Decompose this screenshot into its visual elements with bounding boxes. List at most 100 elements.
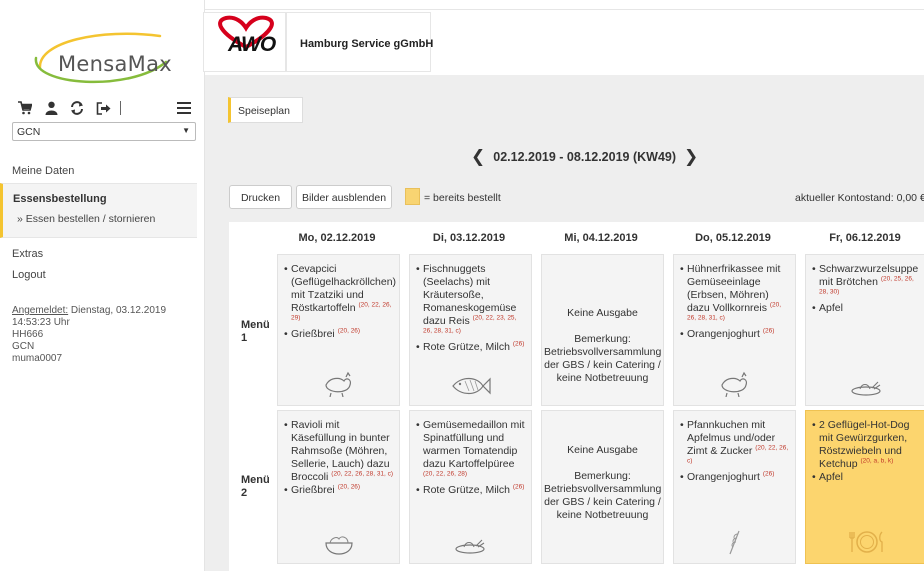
tab-speiseplan[interactable]: Speiseplan — [228, 97, 303, 123]
meal-item: Cevapcici (Geflügelhackröllchen) mit Tza… — [284, 263, 396, 328]
hide-images-button[interactable]: Bilder ausblenden — [296, 185, 392, 209]
meal-text: Apfel — [819, 471, 843, 483]
meal-text: Gemüsemedaillon mit Spinatfüllung und wa… — [423, 419, 525, 470]
account-balance: aktueller Kontostand: 0,00 € — [795, 192, 924, 204]
meal-item: Apfel — [812, 471, 923, 484]
login-info: Angemeldet: Dienstag, 03.12.2019 14:53:2… — [12, 305, 192, 365]
chicken-icon — [324, 371, 351, 397]
sidebar-item-essen-bestellen[interactable]: » Essen bestellen / stornieren — [17, 213, 155, 225]
org-name-box: Hamburg Service gGmbH — [286, 12, 434, 72]
meal-item: Ravioli mit Käsefüllung in bunter Rahmso… — [284, 419, 394, 484]
logo-text: MensaMax — [58, 52, 172, 76]
meal-cell-m1-do[interactable]: Hühnerfrikassee mit Gemüseeinlage (Erbse… — [673, 254, 796, 406]
login-info-group: GCN — [12, 341, 35, 352]
meal-text: Orangenjoghurt — [687, 471, 760, 483]
sidebar-item-meine-daten[interactable]: Meine Daten — [12, 165, 74, 177]
allergen-codes: (20, 26) — [337, 483, 361, 491]
meal-cell-m2-mo[interactable]: Ravioli mit Käsefüllung in bunter Rahmso… — [277, 410, 400, 564]
remark-text: Bemerkung: Betriebsvollversammlung der G… — [544, 333, 662, 384]
sidebar-item-logout[interactable]: Logout — [12, 269, 46, 281]
login-info-label: Angemeldet: — [12, 305, 69, 316]
meal-text: Grießbrei — [291, 328, 335, 340]
legend-booked-swatch — [405, 188, 420, 205]
menu-icon[interactable] — [171, 99, 197, 117]
main-content: Speiseplan ❮ 02.12.2019 - 08.12.2019 (KW… — [205, 75, 924, 571]
meal-item: Gemüsemedaillon mit Spinatfüllung und wa… — [416, 419, 526, 484]
meal-item: Apfel — [812, 302, 923, 315]
meal-cell-m2-di[interactable]: Gemüsemedaillon mit Spinatfüllung und wa… — [409, 410, 532, 564]
meal-item: Fischnuggets (Seelachs) mit Kräutersoße,… — [416, 263, 526, 341]
day-header-di: Di, 03.12.2019 — [432, 232, 506, 244]
allergen-codes: (26) — [762, 327, 775, 335]
location-select[interactable]: GCN ▼ — [12, 122, 196, 141]
awo-logo: AWO — [203, 12, 286, 72]
meal-cell-m1-di[interactable]: Fischnuggets (Seelachs) mit Kräutersoße,… — [409, 254, 532, 406]
user-icon[interactable] — [38, 99, 64, 117]
no-service-text: Keine Ausgabe — [567, 444, 638, 456]
allergen-codes: (20, a, b, k) — [860, 457, 894, 465]
week-navigator: ❮ 02.12.2019 - 08.12.2019 (KW49) ❯ — [471, 147, 698, 167]
meal-cell-m1-mo[interactable]: Cevapcici (Geflügelhackröllchen) mit Tza… — [277, 254, 400, 406]
sidebar: MensaMax GCN ▼ Meine Daten Essensbestell… — [0, 0, 205, 571]
allergen-codes: (20, 22, 26, 28) — [423, 470, 468, 478]
meal-item: Schwarzwurzelsuppe mit Brötchen (20, 25,… — [812, 263, 923, 302]
meal-text: Apfel — [819, 302, 843, 314]
no-service-text: Keine Ausgabe — [567, 307, 638, 319]
day-header-fr: Fr, 06.12.2019 — [829, 232, 901, 244]
meal-item: Grießbrei (20, 26) — [284, 484, 394, 497]
login-info-user: HH666 — [12, 329, 44, 340]
login-info-time: 14:53:23 Uhr — [12, 317, 70, 328]
wheat-icon — [728, 530, 740, 555]
sidebar-toolbar — [12, 98, 197, 118]
menu-2-number: 2 — [241, 487, 248, 499]
allergen-codes: (20, 26) — [337, 327, 361, 335]
vegetable-icon — [454, 539, 485, 554]
allergen-codes: (20, 22, 26, 28, 31, c) — [331, 470, 394, 478]
cart-icon[interactable] — [12, 99, 38, 117]
menu-2-label-text: Menü — [241, 474, 270, 486]
location-select-value: GCN — [17, 126, 41, 138]
plate-icon — [849, 531, 883, 553]
meal-text: Orangenjoghurt — [687, 328, 760, 340]
remark-text: Bemerkung: Betriebsvollversammlung der G… — [544, 470, 662, 521]
meal-cell-m1-fr[interactable]: Schwarzwurzelsuppe mit Brötchen (20, 25,… — [805, 254, 924, 406]
day-header-mo: Mo, 02.12.2019 — [298, 232, 376, 244]
allergen-codes: (26) — [512, 483, 525, 491]
meal-cell-m2-do[interactable]: Pfannkuchen mit Apfelmus und/oder Zimt &… — [673, 410, 796, 564]
week-label: 02.12.2019 - 08.12.2019 (KW49) — [493, 150, 677, 164]
meal-text: Rote Grütze, Milch — [423, 484, 510, 496]
sidebar-item-extras[interactable]: Extras — [12, 248, 43, 260]
meal-cell-m2-mi: Keine Ausgabe Bemerkung: Betriebsvollver… — [541, 410, 664, 564]
day-header-do: Do, 05.12.2019 — [695, 232, 771, 244]
sidebar-section-essensbestellung: Essensbestellung » Essen bestellen / sto… — [0, 183, 197, 238]
fish-icon — [451, 377, 491, 395]
legend-booked-text: = bereits bestellt — [424, 192, 501, 204]
allergen-codes: (26) — [762, 470, 775, 478]
login-info-date: Dienstag, 03.12.2019 — [68, 305, 167, 316]
menu-1-label: Menü 1 — [241, 319, 270, 345]
meal-text: Grießbrei — [291, 484, 335, 496]
meal-item: Rote Grütze, Milch (26) — [416, 341, 526, 354]
chicken-icon — [720, 371, 747, 397]
vegetable-icon — [851, 381, 881, 396]
chevron-left-icon[interactable]: ❮ — [471, 147, 485, 167]
meal-item: Pfannkuchen mit Apfelmus und/oder Zimt &… — [680, 419, 790, 471]
meal-plan: Mo, 02.12.2019 Di, 03.12.2019 Mi, 04.12.… — [229, 222, 924, 571]
allergen-codes: (26) — [512, 340, 525, 348]
menu-2-label: Menü 2 — [241, 474, 270, 500]
org-name: Hamburg Service gGmbH — [300, 38, 434, 50]
chevron-down-icon: ▼ — [182, 126, 190, 135]
meal-item: Orangenjoghurt (26) — [680, 471, 790, 484]
bowl-icon — [324, 536, 353, 555]
chevron-right-icon[interactable]: ❯ — [684, 147, 698, 167]
menu-1-label-text: Menü — [241, 319, 270, 331]
mensamax-logo[interactable]: MensaMax — [22, 18, 182, 86]
sidebar-item-essensbestellung[interactable]: Essensbestellung — [13, 193, 107, 205]
logout-icon[interactable] — [90, 99, 116, 117]
day-header-mi: Mi, 04.12.2019 — [564, 232, 638, 244]
meal-item: 2 Geflügel-Hot-Dog mit Gewürzgurken, Rös… — [812, 419, 923, 471]
print-button[interactable]: Drucken — [229, 185, 292, 209]
meal-cell-m2-fr[interactable]: 2 Geflügel-Hot-Dog mit Gewürzgurken, Rös… — [805, 410, 924, 564]
menu-1-number: 1 — [241, 332, 248, 344]
refresh-icon[interactable] — [64, 99, 90, 117]
